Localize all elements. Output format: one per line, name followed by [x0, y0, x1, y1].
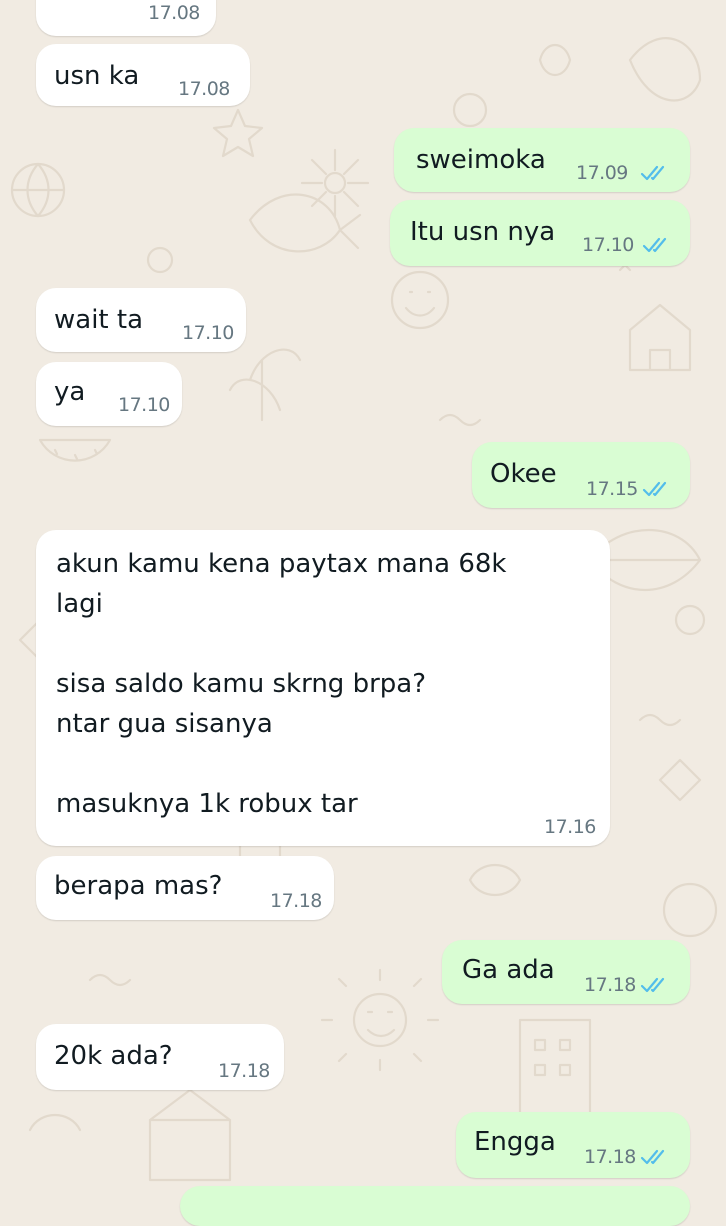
message-time: 17.16	[544, 816, 596, 838]
message-text: Ga ada	[462, 955, 555, 985]
message-time: 17.10	[118, 394, 170, 416]
incoming-message[interactable]: 17.08	[36, 0, 216, 36]
outgoing-message[interactable]: Engga 17.18	[456, 1112, 690, 1178]
message-text: wait ta	[54, 305, 144, 335]
message-time: 17.18	[584, 974, 636, 996]
message-text: Itu usn nya	[410, 217, 556, 247]
double-check-icon	[640, 165, 665, 181]
outgoing-message[interactable]: sweimoka 17.09	[394, 128, 690, 192]
incoming-message[interactable]: usn ka 17.08	[36, 44, 250, 106]
message-time: 17.10	[182, 322, 234, 344]
message-time: 17.10	[582, 234, 634, 256]
message-time: 17.09	[576, 162, 628, 184]
outgoing-message[interactable]	[180, 1186, 690, 1226]
message-time: 17.18	[218, 1060, 270, 1082]
outgoing-message[interactable]: Ga ada 17.18	[442, 940, 690, 1004]
outgoing-message[interactable]: Okee 17.15	[472, 442, 690, 508]
message-time: 17.18	[270, 890, 322, 912]
message-time: 17.15	[586, 478, 638, 500]
message-time: 17.18	[584, 1146, 636, 1168]
double-check-icon	[642, 237, 667, 253]
message-text: 20k ada?	[54, 1041, 173, 1071]
message-text: Engga	[474, 1127, 556, 1157]
double-check-icon	[640, 977, 665, 993]
message-text: sweimoka	[416, 145, 546, 175]
double-check-icon	[640, 1149, 665, 1165]
chat-message-list[interactable]: 17.08 usn ka 17.08 sweimoka 17.09 Itu us…	[0, 0, 726, 1226]
incoming-message[interactable]: ya 17.10	[36, 362, 182, 426]
incoming-message[interactable]: 20k ada? 17.18	[36, 1024, 284, 1090]
message-text: berapa mas?	[54, 871, 223, 901]
message-text: akun kamu kena paytax mana 68k lagi sisa…	[56, 549, 507, 819]
message-time: 17.08	[178, 78, 230, 100]
double-check-icon	[642, 481, 667, 497]
message-text: ya	[54, 377, 86, 407]
message-time: 17.08	[148, 2, 200, 24]
incoming-message[interactable]: wait ta 17.10	[36, 288, 246, 352]
outgoing-message[interactable]: Itu usn nya 17.10	[390, 200, 690, 266]
incoming-message[interactable]: berapa mas? 17.18	[36, 856, 334, 920]
message-text: Okee	[490, 459, 557, 489]
incoming-message[interactable]: akun kamu kena paytax mana 68k lagi sisa…	[36, 530, 610, 846]
message-text: usn ka	[54, 61, 140, 91]
